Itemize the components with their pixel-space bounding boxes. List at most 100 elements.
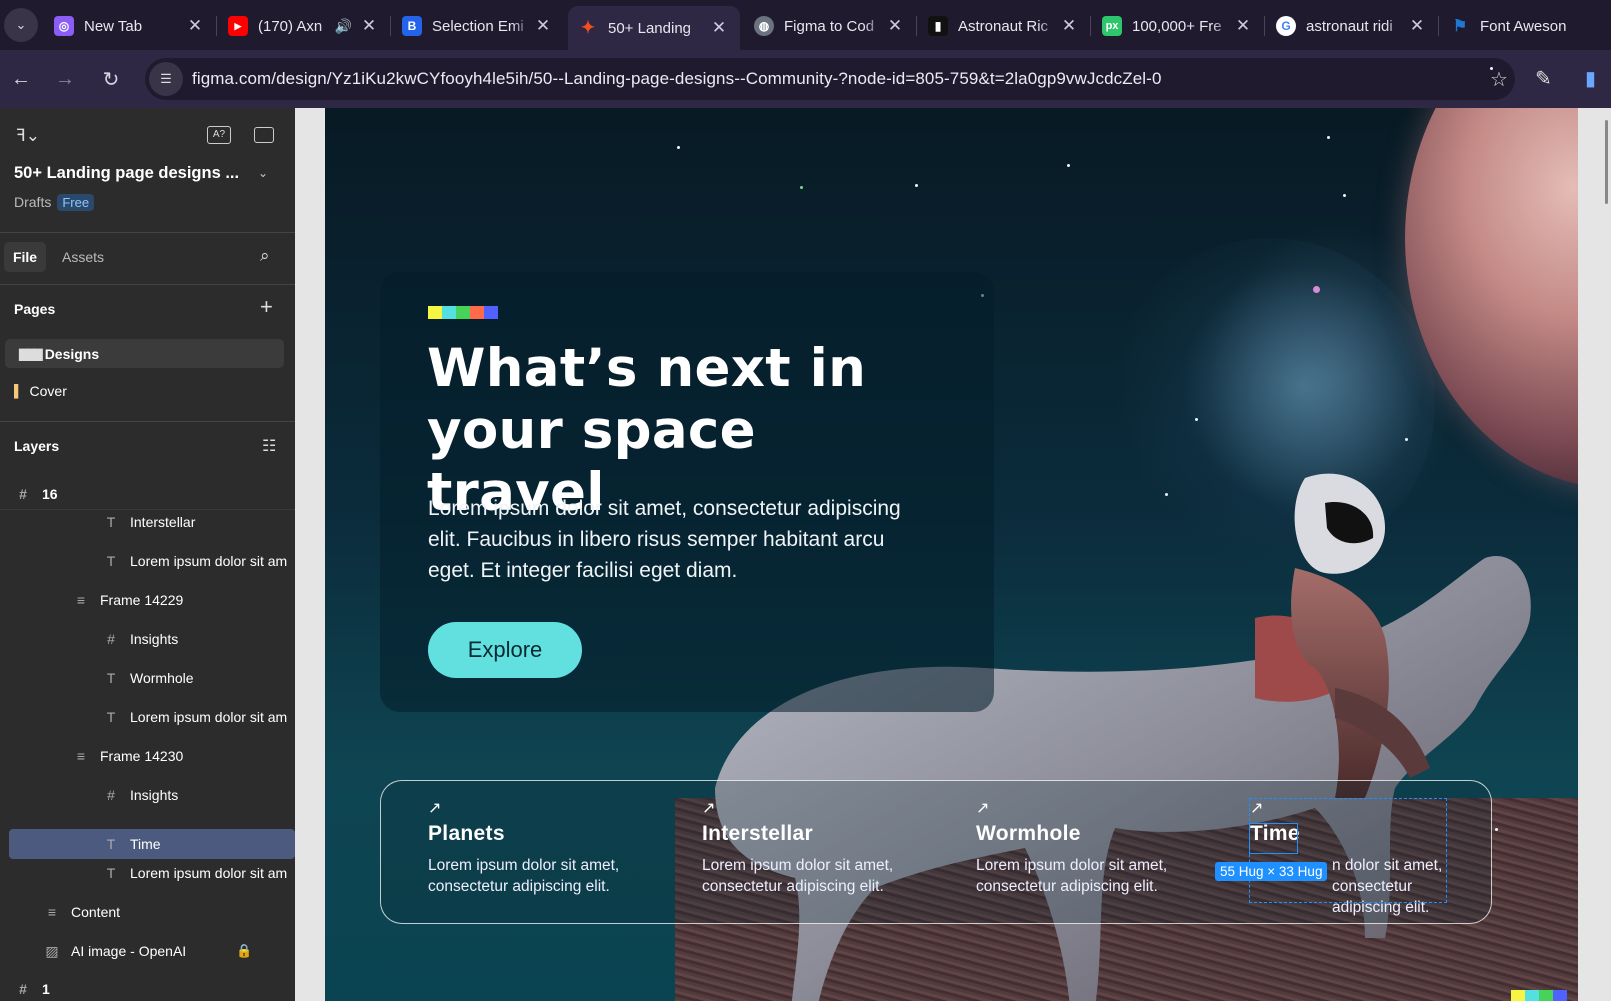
tab-title: New Tab <box>84 17 143 35</box>
close-icon[interactable]: ✕ <box>1406 16 1428 36</box>
feature-interstellar[interactable]: ↗ Interstellar Lorem ipsum dolor sit ame… <box>702 798 942 897</box>
layer-label: Insights <box>130 631 179 647</box>
auto-layout-icon: ≡ <box>76 592 86 608</box>
browser-tab-bar: ⌄ ◎ New Tab ✕ ▶ (170) Axn 🔊 ✕ B Selectio… <box>0 0 1611 50</box>
layer-label: 16 <box>42 486 58 502</box>
tab-file[interactable]: File <box>4 242 46 272</box>
layer-row[interactable]: ≡ Frame 14229 <box>0 585 295 615</box>
layer-row[interactable]: # Insights <box>0 780 295 810</box>
speaker-icon[interactable]: 🔊 <box>335 18 352 35</box>
tab-assets[interactable]: Assets <box>62 249 104 265</box>
tab-selection[interactable]: B Selection Emi ✕ <box>392 6 564 46</box>
frame-icon: # <box>19 486 27 502</box>
design-canvas[interactable]: What’s next in your space travel Lorem i… <box>325 108 1578 1001</box>
site-settings-icon[interactable]: ☰ <box>149 62 183 96</box>
close-icon[interactable]: ✕ <box>708 18 730 38</box>
canvas-gutter <box>295 108 325 1001</box>
designs-page-icon: ▇▇▇ <box>19 346 43 361</box>
layer-row[interactable]: ≡ Content <box>0 897 295 927</box>
address-bar[interactable]: ☰ figma.com/design/Yz1iKu2kwCYfooyh4le5i… <box>145 58 1515 100</box>
close-icon[interactable]: ✕ <box>884 16 906 36</box>
lock-icon[interactable]: 🔒 <box>236 943 252 959</box>
layer-row[interactable]: #1 <box>0 974 295 1001</box>
sidebar-toggle-icon[interactable] <box>254 127 274 143</box>
hero-body[interactable]: Lorem ipsum dolor sit amet, consectetur … <box>428 493 928 586</box>
tab-figma-active[interactable]: ✦ 50+ Landing ✕ <box>568 6 740 50</box>
close-icon[interactable]: ✕ <box>1232 16 1254 36</box>
accent-color-bar <box>428 306 498 319</box>
image-layer-icon: ▨ <box>45 942 59 959</box>
feature-desc[interactable]: Lorem ipsum dolor sit amet, consectetur … <box>702 855 942 897</box>
feature-desc[interactable]: Lorem ipsum dolor sit amet, consectetur … <box>428 855 668 897</box>
figma-icon: ✦ <box>580 18 596 37</box>
layer-row[interactable]: T Lorem ipsum dolor sit am <box>0 702 295 732</box>
layer-label: Lorem ipsum dolor sit am <box>130 553 288 569</box>
layer-row[interactable]: T Lorem ipsum dolor sit am <box>0 546 295 576</box>
selection-outline[interactable] <box>1249 823 1298 854</box>
search-icon[interactable]: ⌕ <box>260 246 270 266</box>
canvas-scrollbar[interactable] <box>1578 108 1611 1001</box>
tab-astronaut[interactable]: ▮ Astronaut Ric ✕ <box>918 6 1091 46</box>
extension-icon[interactable]: ▮ <box>1585 66 1596 91</box>
close-icon[interactable]: ✕ <box>1058 16 1080 36</box>
eyedropper-extension-icon[interactable]: ✎ <box>1535 66 1552 91</box>
feature-title[interactable]: Planets <box>428 822 668 846</box>
feature-desc[interactable]: Lorem ipsum dolor sit amet, consectetur … <box>976 855 1216 897</box>
close-icon[interactable]: ✕ <box>184 16 206 36</box>
tab-font-awesome[interactable]: ⚑ Font Aweson <box>1440 6 1611 46</box>
frame-icon: # <box>19 981 27 997</box>
explore-button[interactable]: Explore <box>428 622 582 678</box>
layer-row[interactable]: ≡ Frame 14230 <box>0 741 295 771</box>
trend-icon: ↗ <box>976 800 990 817</box>
layer-label: Frame 14230 <box>100 748 184 764</box>
close-icon[interactable]: ✕ <box>532 16 554 36</box>
bookmark-star-icon[interactable]: ☆ <box>1490 67 1508 91</box>
back-arrow-icon[interactable]: ← <box>6 64 36 94</box>
forward-arrow-icon[interactable]: → <box>50 64 80 94</box>
ai-icon[interactable]: A? <box>207 126 231 144</box>
tab-new-tab[interactable]: ◎ New Tab ✕ <box>44 6 217 46</box>
layer-row[interactable]: # Insights <box>0 624 295 654</box>
globe-icon: ◍ <box>754 16 774 36</box>
tab-pixabay[interactable]: px 100,000+ Fre ✕ <box>1092 6 1265 46</box>
drafts-label[interactable]: Drafts <box>14 194 51 210</box>
tab-title: Astronaut Ric <box>958 17 1049 35</box>
text-layer-icon: T <box>106 836 116 852</box>
tab-title: astronaut ridi <box>1306 17 1393 35</box>
text-layer-icon: T <box>106 670 116 686</box>
auto-layout-icon: ≡ <box>47 904 57 920</box>
trend-icon: ↗ <box>702 800 716 817</box>
layer-row[interactable]: T Interstellar <box>0 507 295 537</box>
trend-icon: ↗ <box>428 800 442 817</box>
url-text[interactable]: figma.com/design/Yz1iKu2kwCYfooyh4le5ih/… <box>192 69 1162 89</box>
tab-title: Figma to Cod <box>784 17 875 35</box>
feature-wormhole[interactable]: ↗ Wormhole Lorem ipsum dolor sit amet, c… <box>976 798 1216 897</box>
frame-icon: # <box>107 631 115 647</box>
layer-row[interactable]: ▨ AI image - OpenAI 🔒 <box>0 936 295 966</box>
size-badge: 55 Hug × 33 Hug <box>1215 862 1328 881</box>
layer-row[interactable]: T Wormhole <box>0 663 295 693</box>
layer-row[interactable]: #16 <box>0 479 295 509</box>
layer-row-selected[interactable]: T Time <box>9 829 295 859</box>
tab-figma-to-code[interactable]: ◍ Figma to Cod ✕ <box>744 6 917 46</box>
layers-heading: Layers <box>14 438 60 454</box>
collapse-layers-icon[interactable]: ☷ <box>262 436 276 456</box>
close-icon[interactable]: ✕ <box>358 16 380 36</box>
tab-search-dropdown-icon[interactable]: ⌄ <box>4 8 38 42</box>
layer-row[interactable]: T Lorem ipsum dolor sit am <box>0 858 295 888</box>
file-title[interactable]: 50+ Landing page designs ... <box>14 164 239 183</box>
pixabay-icon: px <box>1102 16 1122 36</box>
layer-label: Interstellar <box>130 514 196 530</box>
add-page-icon[interactable]: + <box>260 294 273 320</box>
feature-planets[interactable]: ↗ Planets Lorem ipsum dolor sit amet, co… <box>428 798 668 897</box>
chevron-down-icon[interactable]: ⌄ <box>258 166 268 180</box>
feature-title[interactable]: Wormhole <box>976 822 1216 846</box>
reload-icon[interactable]: ↻ <box>96 64 126 94</box>
page-item-designs[interactable]: ▇▇▇ Designs <box>5 339 284 368</box>
tab-google[interactable]: G astronaut ridi ✕ <box>1266 6 1439 46</box>
feature-title[interactable]: Interstellar <box>702 822 942 846</box>
page-item-cover[interactable]: ▌ Cover <box>14 383 67 399</box>
tab-youtube[interactable]: ▶ (170) Axn 🔊 ✕ <box>218 6 391 46</box>
figma-menu-icon[interactable]: ꟻ⌄ <box>16 126 40 146</box>
layer-label: Time <box>130 836 161 852</box>
